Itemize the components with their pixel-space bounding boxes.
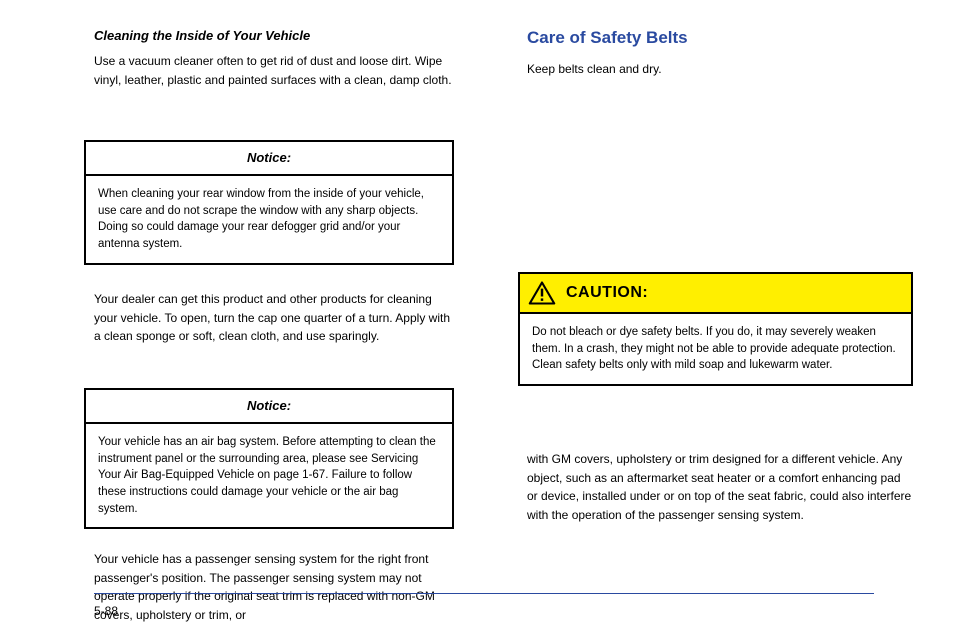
section-intro-text: Keep belts clean and dry. bbox=[527, 60, 912, 79]
cleaning-subheading: Cleaning the Inside of Your Vehicle bbox=[94, 28, 310, 43]
intertext-2: Your vehicle has a passenger sensing sys… bbox=[94, 550, 454, 624]
caution-continuation-text: with GM covers, upholstery or trim desig… bbox=[527, 450, 912, 524]
intertext-1: Your dealer can get this product and oth… bbox=[94, 290, 454, 346]
page-number: 5-88 bbox=[94, 604, 118, 618]
cleaning-body-text: Use a vacuum cleaner often to get rid of… bbox=[94, 52, 454, 89]
notice-box-1: Notice: When cleaning your rear window f… bbox=[84, 140, 454, 265]
warning-triangle-icon bbox=[528, 280, 556, 306]
footer-divider bbox=[94, 593, 874, 594]
notice-label: Notice: bbox=[247, 150, 291, 165]
notice-body-text: Your vehicle has an air bag system. Befo… bbox=[86, 424, 452, 527]
caution-body-text: Do not bleach or dye safety belts. If yo… bbox=[520, 314, 911, 384]
notice-box-2: Notice: Your vehicle has an air bag syst… bbox=[84, 388, 454, 529]
caution-label: CAUTION: bbox=[566, 284, 648, 302]
notice-header: Notice: bbox=[86, 390, 452, 424]
notice-body-text: When cleaning your rear window from the … bbox=[86, 176, 452, 263]
caution-header: CAUTION: bbox=[520, 274, 911, 314]
notice-header: Notice: bbox=[86, 142, 452, 176]
section-heading: Care of Safety Belts bbox=[527, 28, 688, 48]
notice-label: Notice: bbox=[247, 398, 291, 413]
caution-box: CAUTION: Do not bleach or dye safety bel… bbox=[518, 272, 913, 386]
